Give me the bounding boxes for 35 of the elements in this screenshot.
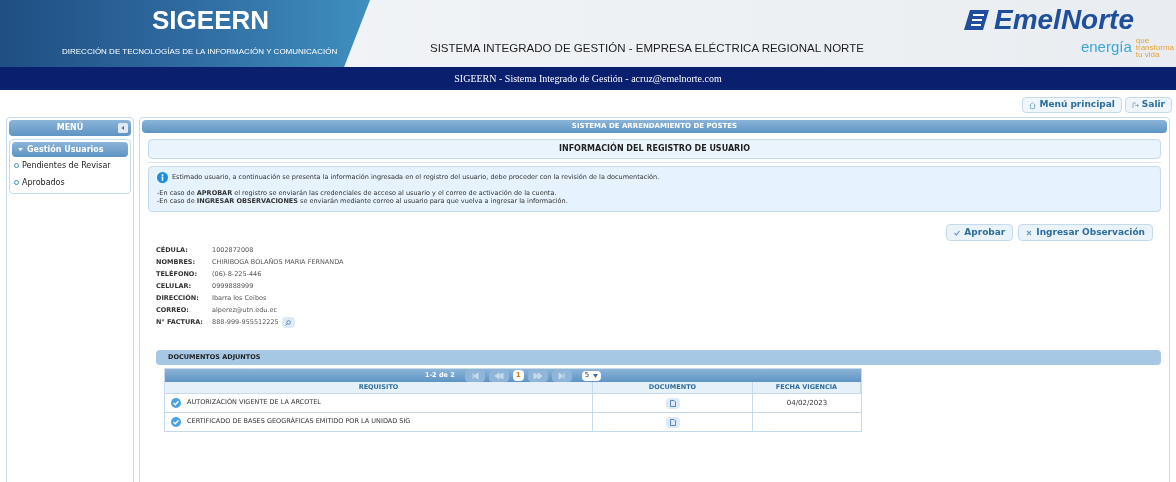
info-icon [157,172,168,183]
observation-button[interactable]: Ingresar Observación [1018,224,1153,241]
system-title: SISTEMA INTEGRADO DE GESTIÓN - EMPRESA ELÉCTRICA REGIONAL NORTE [430,40,864,56]
check-icon [954,229,961,236]
sidebar-item[interactable]: Pendientes de Revisar [12,157,128,174]
sidebar-header: MENÚ [9,120,131,136]
prev-page-button[interactable] [488,369,509,382]
first-page-button[interactable] [464,369,485,382]
approve-button[interactable]: Aprobar [946,224,1014,241]
sidebar-item[interactable]: Aprobados [12,174,128,191]
menu-group[interactable]: Gestión Usuarios [12,142,128,157]
dropdown-icon [593,373,599,378]
document-icon [669,418,676,426]
logo-text: EmelNorte [993,4,1134,36]
search-button[interactable] [281,317,295,328]
next-page-button[interactable] [527,369,548,382]
department-name: DIRECCIÓN DE TECNOLOGÍAS DE LA INFORMACIÓN Y COMUNICACIÓN [61,46,339,58]
search-icon [285,319,292,326]
app-name: SIGEERN [151,4,271,37]
user-bar: SIGEERN - Sistema Integrado de Gestión - acruz@emelnorte.com [0,67,1176,90]
last-page-button[interactable] [551,369,572,382]
section-title-bar: INFORMACIÓN DEL REGISTRO DE USUARIO [148,139,1161,159]
home-icon [1029,101,1037,109]
document-button[interactable] [665,397,680,409]
document-icon [669,399,676,407]
logo-icon [963,9,990,31]
first-page-icon [469,370,480,381]
exit-icon [1131,101,1139,109]
close-icon [1026,229,1033,236]
caret-down-icon [18,147,23,152]
last-page-icon [556,370,567,381]
logout-button[interactable]: Salir [1124,97,1172,113]
document-button[interactable] [665,416,680,428]
collapse-icon[interactable] [118,123,128,133]
main-menu-button[interactable]: Menú principal [1022,97,1122,113]
